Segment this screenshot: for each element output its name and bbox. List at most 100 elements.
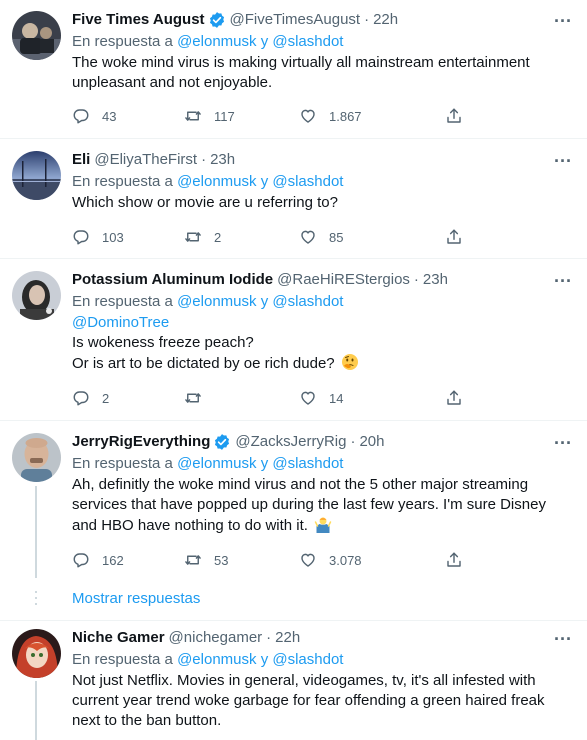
- thread-line: [35, 681, 37, 740]
- retweet-count: 117: [214, 108, 235, 124]
- share-icon: [445, 228, 463, 246]
- avatar[interactable]: [12, 271, 61, 320]
- reply-icon: [72, 389, 90, 407]
- separator-dot: ·: [201, 151, 207, 168]
- mention-link[interactable]: @slashdot: [272, 293, 343, 310]
- timestamp[interactable]: 23h: [210, 150, 235, 170]
- tweet-text-line: Which show or movie are u referring to?: [72, 194, 338, 211]
- heart-icon: [299, 107, 317, 125]
- show-replies-link[interactable]: Mostrar respuestas: [72, 589, 200, 609]
- display-name[interactable]: Potassium Aluminum Iodide: [72, 270, 273, 290]
- tweet-text-line: Ah, definitly the woke mind virus and no…: [72, 476, 546, 534]
- mention-link[interactable]: @DominoTree: [72, 314, 169, 331]
- tweet[interactable]: ··· Potassium Aluminum Iodide @RaeHiRESt…: [0, 260, 587, 421]
- tweet-text-line: Or is art to be dictated by oe rich dude…: [72, 355, 335, 372]
- person-shrugging-emoji: [314, 517, 332, 533]
- reply-prefix: En respuesta a: [72, 33, 173, 50]
- retweet-count: 2: [214, 229, 222, 245]
- share-button[interactable]: [445, 551, 485, 569]
- share-button[interactable]: [445, 107, 485, 125]
- handle[interactable]: @RaeHiREStergios: [277, 270, 410, 290]
- tweet-text: Which show or movie are u referring to?: [72, 193, 575, 213]
- display-name[interactable]: Eli: [72, 150, 90, 170]
- like-count: 85: [329, 229, 344, 245]
- heart-icon: [299, 228, 317, 246]
- heart-icon: [299, 389, 317, 407]
- mention-link[interactable]: @elonmusk: [177, 651, 256, 668]
- reply-count: 43: [102, 108, 117, 124]
- thinking-face-emoji: [341, 354, 358, 370]
- timestamp[interactable]: 22h: [275, 628, 300, 648]
- like-button[interactable]: 85: [299, 228, 445, 246]
- reply-context: En respuesta a @elonmusk y @slashdot: [72, 454, 575, 474]
- thread-line: [35, 486, 37, 578]
- reply-conjunction: y: [260, 293, 269, 310]
- tweet[interactable]: ··· Five Times August @FiveTimesAugust ·…: [0, 0, 587, 139]
- timestamp[interactable]: 23h: [423, 270, 448, 290]
- timestamp[interactable]: 20h: [359, 432, 384, 452]
- retweet-button[interactable]: 2: [184, 228, 299, 246]
- handle[interactable]: @ZacksJerryRig: [235, 432, 346, 452]
- heart-icon: [299, 551, 317, 569]
- reply-conjunction: y: [260, 455, 269, 472]
- reply-context: En respuesta a @elonmusk y @slashdot: [72, 32, 575, 52]
- mention-link[interactable]: @slashdot: [272, 455, 343, 472]
- reply-count: 162: [102, 552, 124, 568]
- reply-prefix: En respuesta a: [72, 651, 173, 668]
- separator-dot: ·: [364, 11, 370, 28]
- reply-icon: [72, 107, 90, 125]
- tweet[interactable]: ··· Niche Gamer @nichegamer · 22h En res…: [0, 621, 587, 740]
- tweet[interactable]: ··· JerryRigEverything @ZacksJerryRig · …: [0, 422, 587, 620]
- avatar[interactable]: [12, 433, 61, 482]
- display-name[interactable]: Niche Gamer: [72, 628, 165, 648]
- timestamp[interactable]: 22h: [373, 10, 398, 30]
- handle[interactable]: @nichegamer: [169, 628, 263, 648]
- share-icon: [445, 107, 463, 125]
- tweet[interactable]: ··· Eli @EliyaTheFirst · 23h En respuest…: [0, 140, 587, 259]
- mention-link[interactable]: @elonmusk: [177, 293, 256, 310]
- handle[interactable]: @EliyaTheFirst: [94, 150, 197, 170]
- avatar[interactable]: [12, 11, 61, 60]
- retweet-icon: [184, 228, 202, 246]
- like-count: 14: [329, 390, 344, 406]
- like-count: 1.867: [329, 108, 362, 124]
- like-button[interactable]: 14: [299, 389, 445, 407]
- reply-icon: [72, 228, 90, 246]
- handle[interactable]: @FiveTimesAugust: [230, 10, 361, 30]
- mention-link[interactable]: @slashdot: [272, 173, 343, 190]
- mention-link[interactable]: @elonmusk: [177, 33, 256, 50]
- reply-prefix: En respuesta a: [72, 293, 173, 310]
- reply-button[interactable]: 2: [72, 389, 184, 407]
- retweet-icon: [184, 107, 202, 125]
- share-icon: [445, 551, 463, 569]
- avatar[interactable]: [12, 151, 61, 200]
- reply-context: En respuesta a @elonmusk y @slashdot: [72, 650, 575, 670]
- like-button[interactable]: 3.078: [299, 551, 445, 569]
- reply-prefix: En respuesta a: [72, 455, 173, 472]
- reply-prefix: En respuesta a: [72, 173, 173, 190]
- retweet-button[interactable]: 117: [184, 107, 299, 125]
- mention-link[interactable]: @elonmusk: [177, 455, 256, 472]
- reply-conjunction: y: [260, 173, 269, 190]
- reply-button[interactable]: 162: [72, 551, 184, 569]
- mention-link[interactable]: @elonmusk: [177, 173, 256, 190]
- tweet-text: Ah, definitly the woke mind virus and no…: [72, 475, 575, 536]
- reply-context: En respuesta a @elonmusk y @slashdot: [72, 172, 575, 192]
- avatar[interactable]: [12, 629, 61, 678]
- share-button[interactable]: [445, 389, 485, 407]
- share-button[interactable]: [445, 228, 485, 246]
- reply-button[interactable]: 103: [72, 228, 184, 246]
- retweet-button[interactable]: [184, 389, 299, 407]
- mention-link[interactable]: @slashdot: [272, 33, 343, 50]
- display-name[interactable]: Five Times August: [72, 10, 205, 30]
- reply-button[interactable]: 43: [72, 107, 184, 125]
- display-name[interactable]: JerryRigEverything: [72, 432, 210, 452]
- retweet-button[interactable]: 53: [184, 551, 299, 569]
- mention-link[interactable]: @slashdot: [272, 651, 343, 668]
- reply-context: En respuesta a @elonmusk y @slashdot: [72, 292, 575, 312]
- like-button[interactable]: 1.867: [299, 107, 445, 125]
- thread-continuation-dots: [35, 591, 37, 605]
- separator-dot: ·: [266, 629, 272, 646]
- reply-conjunction: y: [260, 33, 269, 50]
- separator-dot: ·: [413, 271, 419, 288]
